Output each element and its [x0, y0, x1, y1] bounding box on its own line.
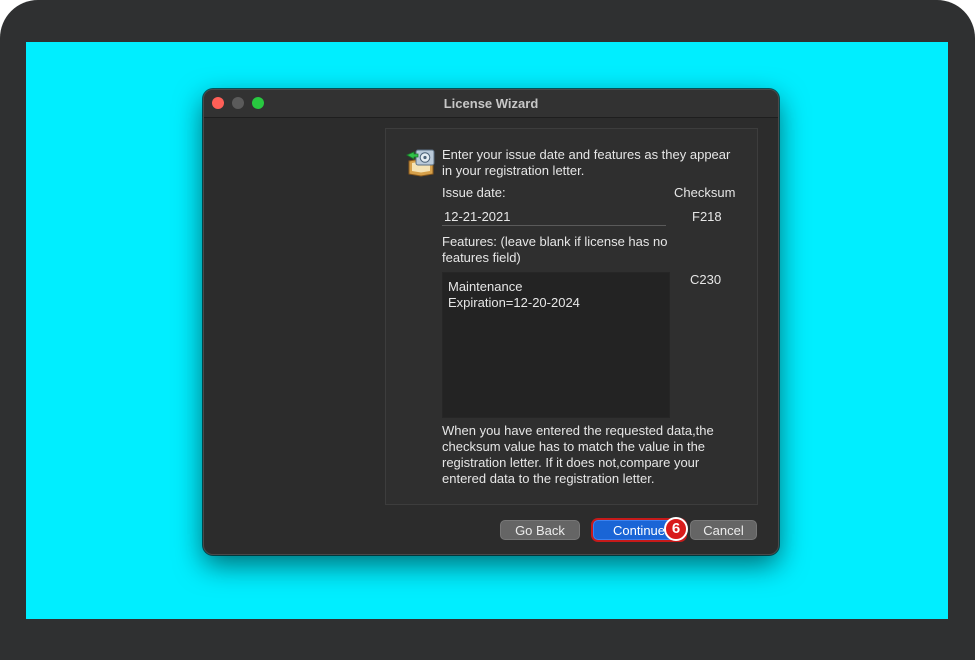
go-back-button[interactable]: Go Back	[500, 520, 580, 540]
issue-date-underline	[442, 225, 666, 226]
features-textarea[interactable]: Maintenance Expiration=12-20-2024	[442, 272, 670, 418]
features-label: Features: (leave blank if license has no…	[442, 234, 668, 265]
license-app-icon	[406, 149, 435, 177]
features-line-1: Maintenance	[448, 279, 523, 294]
issue-date-label: Issue date:	[442, 185, 506, 200]
intro-text: Enter your issue date and features as th…	[442, 147, 731, 178]
window-title: License Wizard	[443, 96, 539, 111]
cancel-button[interactable]: Cancel	[690, 520, 757, 540]
features-checksum: C230	[690, 272, 722, 287]
title-bar[interactable]: License Wizard	[204, 90, 778, 118]
license-entry-panel: Enter your issue date and features as th…	[385, 128, 758, 505]
features-line-2: Expiration=12-20-2024	[448, 295, 580, 310]
issue-date-checksum: F218	[692, 209, 722, 224]
checksum-header: Checksum	[674, 185, 736, 200]
issue-date-field[interactable]: 12-21-2021	[444, 209, 664, 225]
step-badge: 6	[664, 517, 688, 541]
help-text: When you have entered the requested data…	[442, 423, 714, 486]
license-wizard-window: License Wizard Enter your issue date and…	[203, 89, 779, 555]
